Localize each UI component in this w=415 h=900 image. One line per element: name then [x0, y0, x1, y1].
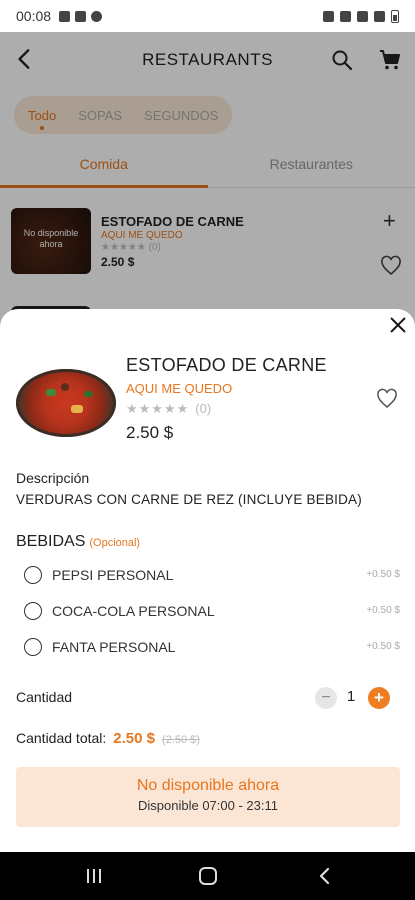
quantity-value: 1 [346, 688, 356, 705]
drink-option-pepsi[interactable]: PEPSI PERSONAL +0.50 $ [24, 565, 400, 587]
wifi-icon [357, 10, 368, 22]
drink-option-name: PEPSI PERSONAL [52, 567, 174, 583]
availability-hours: Disponible 07:00 - 23:11 [138, 798, 278, 813]
notification-icon [59, 10, 71, 22]
rating-count: (0) [195, 401, 212, 416]
total-row: Cantidad total: 2.50 $ (2.50 $) [16, 730, 200, 747]
quantity-label: Cantidad [16, 689, 73, 705]
unavailable-title: No disponible ahora [136, 777, 280, 794]
decrease-quantity-button[interactable]: − [315, 687, 337, 709]
dish-image-detail [61, 383, 69, 391]
drinks-title: BEBIDAS [16, 533, 86, 550]
home-icon[interactable] [199, 867, 217, 885]
drink-option-coca-cola[interactable]: COCA-COLA PERSONAL +0.50 $ [24, 601, 400, 623]
cloud-icon [91, 10, 103, 22]
dish-rating: ★★★★★ (0) [126, 401, 211, 417]
drink-option-fanta[interactable]: FANTA PERSONAL +0.50 $ [24, 637, 400, 659]
total-original-amount: (2.50 $) [162, 734, 200, 746]
status-bar: 00:08 [0, 0, 415, 32]
restaurant-name[interactable]: AQUI ME QUEDO [126, 381, 232, 396]
product-bottom-sheet: ESTOFADO DE CARNE AQUI ME QUEDO ★★★★★ (0)… [0, 309, 415, 852]
battery-icon [391, 9, 399, 23]
favorite-heart-icon[interactable] [375, 387, 399, 411]
recents-icon[interactable] [86, 869, 102, 883]
total-label: Cantidad total: [16, 730, 107, 746]
drink-option-price: +0.50 $ [366, 605, 400, 616]
app-screen: 00:08 RESTAURANTS Todo SOPAS SEGUNDOS Co… [0, 0, 415, 900]
dish-price: 2.50 $ [126, 423, 174, 442]
status-right-icons [323, 9, 399, 23]
alarm-icon [323, 10, 334, 22]
drinks-section-title: BEBIDAS (Opcional) [16, 533, 140, 551]
radio-button[interactable] [24, 602, 42, 620]
dish-image-detail [46, 389, 56, 396]
dish-image-detail [71, 405, 83, 413]
signal-icon [374, 10, 385, 22]
dish-name: ESTOFADO DE CARNE [126, 355, 327, 375]
description-label: Descripción [16, 470, 90, 486]
vibrate-icon [340, 10, 351, 22]
radio-button[interactable] [24, 638, 42, 656]
notification-icon [75, 10, 87, 22]
dish-image-detail [84, 391, 93, 397]
drink-option-name: FANTA PERSONAL [52, 639, 176, 655]
total-amount: 2.50 $ [113, 730, 156, 747]
optional-label: (Opcional) [89, 537, 141, 549]
star-rating: ★★★★★ [126, 401, 190, 416]
close-icon[interactable] [387, 314, 409, 336]
system-nav-bar [0, 852, 415, 900]
increase-quantity-button[interactable]: + [368, 687, 390, 709]
status-left-icons [59, 10, 103, 22]
dish-image [16, 369, 116, 437]
unavailable-banner: No disponible ahora Disponible 07:00 - 2… [16, 767, 400, 827]
drink-option-price: +0.50 $ [366, 569, 400, 580]
drink-option-price: +0.50 $ [366, 641, 400, 652]
status-time: 00:08 [16, 8, 52, 24]
system-back-icon[interactable] [316, 867, 334, 885]
drink-option-name: COCA-COLA PERSONAL [52, 603, 215, 619]
description-text: VERDURAS CON CARNE DE REZ (INCLUYE BEBID… [16, 492, 362, 507]
radio-button[interactable] [24, 566, 42, 584]
